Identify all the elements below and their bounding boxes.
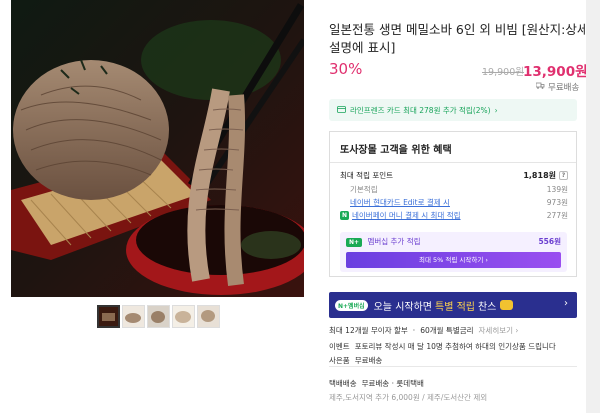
benefit-title: 또사장몰 고객을 위한 혜택 (340, 145, 452, 156)
max-points-row: 최대 적립 포인트 1,818원 ? (340, 170, 568, 181)
product-page: 일본전통 생면 메밀소바 6인 외 비빔 [원산지:상세설명에 표시] 30% … (0, 0, 600, 413)
gift-info: 사은품 무료배송 (329, 355, 382, 366)
card-benefit-banner[interactable]: 라인프렌즈 카드 최대 278원 추가 적립(2%) › (329, 99, 577, 121)
event-text: 포토리뷰 작성시 매 달 10명 추첨하여 하대의 인기상품 드립니다 (354, 342, 556, 351)
card-icon (337, 105, 346, 115)
chevron-right-icon: › (494, 105, 498, 115)
card-benefit-link[interactable]: 네이버 현대카드 Edit로 결제 시 (350, 197, 450, 208)
thumbnail-2[interactable] (122, 305, 145, 328)
benefit-value: 973원 (546, 198, 568, 207)
help-icon[interactable]: ? (559, 171, 568, 180)
delivery-label: 택배배송 (329, 379, 357, 388)
event-label: 이벤트 (329, 342, 350, 351)
membership-badge: N+ (346, 238, 363, 247)
gift-label: 사은품 (329, 356, 350, 365)
thumbnail-5[interactable] (197, 305, 220, 328)
installment-info: 최대 12개월 무이자 할부 · 60개월 특별금리 자세히보기 › (329, 325, 518, 336)
benefit-row-card: 네이버 현대카드 Edit로 결제 시 973원 (340, 197, 568, 208)
divider (330, 162, 576, 163)
shipping-text: 무료배송 (548, 83, 580, 93)
promo-text-after: 찬스 (477, 301, 497, 313)
membership-amount: 556원 (538, 237, 561, 246)
max-points-label: 최대 적립 포인트 (340, 171, 394, 180)
benefit-value: 139원 (546, 185, 568, 194)
npay-benefit-link[interactable]: 네이버페이 머니 결제 시 최대 적립 (352, 210, 461, 221)
delivery-extra-info: 제주,도서지역 추가 6,000원 / 제주/도서산간 제외 (329, 392, 487, 403)
benefit-label: 기본적립 (350, 185, 378, 194)
benefit-row-basic: 기본적립 139원 (340, 184, 568, 195)
thumbnail-4[interactable] (172, 305, 195, 328)
card-banner-text: 라인프렌즈 카드 최대 278원 추가 적립(2%) (350, 105, 491, 115)
divider (329, 366, 577, 367)
soba-photo (11, 0, 304, 297)
membership-start-button[interactable]: 최대 5% 적립 시작하기 › (346, 252, 561, 268)
thumbnail-1[interactable] (97, 305, 120, 328)
delivery-info: 택배배송 무료배송 · 롯데택배 (329, 378, 424, 389)
coin-icon (500, 300, 514, 310)
shipping-info: 무료배송 (535, 81, 580, 93)
installment-label: 최대 12개월 무이자 할부 (329, 326, 408, 335)
truck-icon (535, 82, 545, 92)
thumbnail-3[interactable] (147, 305, 170, 328)
product-title: 일본전통 생면 메밀소바 6인 외 비빔 [원산지:상세설명에 표시] (329, 22, 589, 55)
page-gutter (586, 0, 600, 413)
installment-more-link[interactable]: 자세히보기 › (479, 325, 519, 336)
membership-label: 멤버십 추가 적립 (367, 237, 421, 246)
benefit-row-npay: N 네이버페이 머니 결제 시 최대 적립 277원 (340, 210, 568, 221)
membership-pill: N+멤버십 (335, 299, 368, 311)
event-info: 이벤트 포토리뷰 작성시 매 달 10명 추첨하여 하대의 인기상품 드립니다 (329, 341, 556, 352)
benefit-value: 277원 (546, 211, 568, 220)
discount-rate: 30% (329, 60, 363, 78)
sale-price: 13,900원 (523, 64, 588, 80)
membership-promo-banner[interactable]: N+멤버십 오늘 시작하면 특별 적립 찬스 › (329, 292, 577, 318)
original-price: 19,900원 (482, 67, 524, 78)
max-points-value: 1,818원 (523, 171, 556, 180)
installment-separator: · (412, 326, 416, 335)
thumbnail-strip (97, 305, 220, 328)
membership-panel: N+ 멤버십 추가 적립 556원 최대 5% 적립 시작하기 › (340, 232, 567, 272)
installment-special: 60개월 특별금리 (420, 326, 474, 335)
benefit-box: 또사장몰 고객을 위한 혜택 최대 적립 포인트 1,818원 ? 기본적립 1… (329, 131, 577, 277)
product-main-image[interactable] (11, 0, 304, 297)
npay-icon: N (340, 211, 349, 220)
promo-text-before: 오늘 시작하면 (373, 301, 432, 313)
delivery-text: 무료배송 · 롯데택배 (361, 379, 424, 388)
gift-text: 무료배송 (354, 356, 383, 365)
delivery-extra-text: 제주,도서지역 추가 6,000원 / 제주/도서산간 제외 (329, 393, 488, 402)
promo-highlight: 특별 적립 (435, 301, 475, 313)
chevron-right-icon: › (564, 298, 568, 309)
